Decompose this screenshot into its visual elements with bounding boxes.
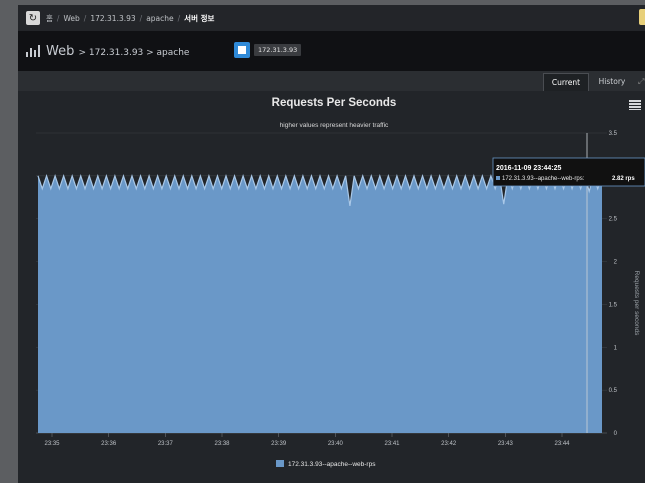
tooltip-series: 172.31.3.93--apache--web-rps:	[502, 176, 585, 182]
legend-item[interactable]: 172.31.3.93--apache--web-rps	[288, 461, 376, 468]
app-window: ↻ 홈 / Web / 172.31.3.93 / apache / 서버 정보…	[18, 5, 645, 483]
x-tick-label: 23:35	[44, 441, 60, 447]
x-tick-label: 23:37	[158, 441, 174, 447]
series-area	[38, 175, 602, 434]
y-tick-label: 2.5	[609, 217, 618, 223]
tooltip: 2016-11-09 23:44:25 172.31.3.93--apache-…	[492, 157, 645, 187]
x-tick-label: 23:43	[498, 441, 514, 447]
rps-chart: Requests Per Seconds higher values repre…	[36, 97, 645, 468]
x-tick-label: 23:41	[384, 441, 400, 447]
y-tick-label: 0	[614, 431, 618, 437]
menu-icon[interactable]	[629, 100, 641, 110]
tooltip-time: 2016-11-09 23:44:25	[496, 165, 561, 172]
x-tick-label: 23:40	[328, 441, 344, 447]
tooltip-swatch	[496, 176, 500, 180]
y-tick-label: 2	[614, 260, 618, 266]
y-axis-label: Requests per seconds	[633, 271, 640, 336]
y-tick-label: 3.5	[609, 131, 618, 137]
legend-swatch[interactable]	[276, 460, 284, 467]
y-tick-label: 0.5	[609, 388, 618, 394]
y-tick-label: 1.5	[609, 302, 618, 308]
tooltip-value: 2.82 rps	[612, 176, 635, 182]
chart-title: Requests Per Seconds	[272, 97, 397, 109]
x-tick-label: 23:36	[101, 441, 117, 447]
y-tick-label: 1	[614, 345, 618, 351]
x-tick-label: 23:44	[554, 441, 570, 447]
chart-subtitle: higher values represent heavier traffic	[280, 122, 389, 129]
x-tick-label: 23:39	[271, 441, 287, 447]
x-tick-label: 23:38	[214, 441, 230, 447]
x-tick-label: 23:42	[441, 441, 457, 447]
